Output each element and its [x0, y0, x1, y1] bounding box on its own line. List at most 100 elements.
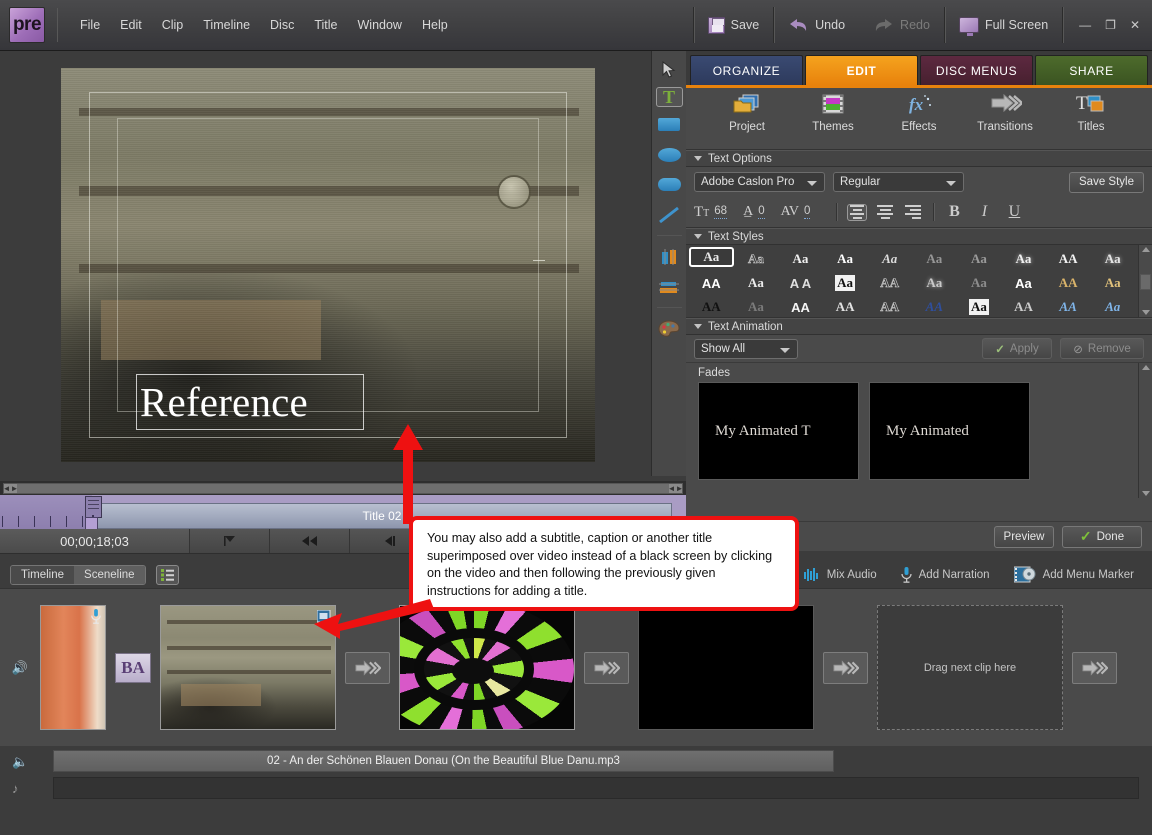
text-style-cell-1[interactable]: Aa	[734, 247, 779, 271]
timecode-display[interactable]: 00;00;18;03	[0, 529, 190, 553]
text-style-cell-24[interactable]: AA	[867, 295, 912, 319]
animation-preset-2[interactable]: My Animated	[869, 382, 1030, 480]
text-styles-scrollbar[interactable]	[1138, 245, 1152, 317]
mix-audio-button[interactable]: Mix Audio	[803, 567, 877, 582]
menu-item-edit[interactable]: Edit	[110, 14, 152, 36]
menu-item-help[interactable]: Help	[412, 14, 458, 36]
text-style-cell-7[interactable]: Aa	[1001, 247, 1046, 271]
horizontal-align-tool[interactable]	[656, 274, 683, 299]
text-style-cell-16[interactable]: Aa	[957, 271, 1002, 295]
clip-list-button[interactable]	[155, 564, 179, 585]
themes-button[interactable]: Themes	[802, 92, 864, 133]
playhead-foot[interactable]	[85, 517, 98, 529]
fullscreen-button[interactable]: Full Screen	[945, 0, 1062, 51]
text-style-cell-21[interactable]: Aa	[734, 295, 779, 319]
font-family-select[interactable]: Adobe Caslon Pro	[694, 172, 825, 192]
ellipse-tool[interactable]	[656, 142, 683, 167]
view-mode-toggle[interactable]: Timeline Sceneline	[10, 564, 146, 585]
tab-share[interactable]: SHARE	[1035, 55, 1148, 85]
maximize-button[interactable]: ❐	[1105, 18, 1116, 32]
menu-item-window[interactable]: Window	[348, 14, 412, 36]
text-style-cell-4[interactable]: Aa	[867, 247, 912, 271]
italic-button[interactable]: I	[974, 203, 994, 221]
rectangle-tool[interactable]	[656, 112, 683, 137]
vertical-align-tool[interactable]	[656, 244, 683, 269]
font-size-group[interactable]: TT 68	[694, 204, 728, 221]
animation-preset-1[interactable]: My Animated T	[698, 382, 859, 480]
text-style-cell-22[interactable]: AA	[778, 295, 823, 319]
close-button[interactable]: ✕	[1130, 18, 1140, 32]
text-styles-header[interactable]: Text Styles	[686, 228, 1152, 245]
apply-animation-button[interactable]: ✓ Apply	[982, 338, 1052, 359]
menu-item-timeline[interactable]: Timeline	[193, 14, 260, 36]
text-style-cell-15[interactable]: Aa	[912, 271, 957, 295]
text-tool[interactable]: T	[655, 87, 683, 107]
text-style-cell-3[interactable]: Aa	[823, 247, 868, 271]
add-transition-button-4[interactable]	[1072, 651, 1117, 684]
effects-button[interactable]: fx Effects	[888, 92, 950, 133]
text-options-header[interactable]: Text Options	[686, 150, 1152, 167]
leading-group[interactable]: A̲ 0	[743, 204, 765, 220]
save-button[interactable]: Save	[694, 0, 774, 51]
tab-organize[interactable]: ORGANIZE	[690, 55, 803, 85]
text-animation-header[interactable]: Text Animation	[686, 318, 1152, 335]
font-size-value[interactable]: 68	[714, 205, 728, 219]
tab-edit[interactable]: EDIT	[805, 55, 918, 85]
menu-item-title[interactable]: Title	[304, 14, 347, 36]
text-style-cell-18[interactable]: AA	[1046, 271, 1091, 295]
underline-button[interactable]: U	[1004, 203, 1024, 221]
volume-icon[interactable]: 🔊	[12, 660, 28, 676]
undo-button[interactable]: Undo	[774, 0, 859, 51]
leading-value[interactable]: 0	[758, 205, 765, 219]
text-styles-grid[interactable]: Aa Aa Aa Aa Aa Aa Aa Aa AA Aa AA Aa A A Aa AA Aa Aa Aa AA A…	[686, 245, 1138, 317]
text-style-cell-23[interactable]: AA	[823, 295, 868, 319]
scroll-up-icon[interactable]	[1141, 365, 1150, 370]
text-style-cell-19[interactable]: Aa	[1090, 271, 1135, 295]
transition-button-1[interactable]: BA	[115, 652, 151, 683]
text-style-cell-6[interactable]: Aa	[957, 247, 1002, 271]
set-in-point-button[interactable]	[190, 529, 271, 553]
music-note-icon[interactable]: ♪	[12, 781, 19, 796]
audio-clip-track[interactable]: 02 - An der Schönen Blauen Donau (On the…	[53, 750, 834, 772]
scroll-handle-left[interactable]: ◄►	[3, 483, 18, 493]
add-transition-button-2[interactable]	[584, 651, 629, 684]
menu-item-clip[interactable]: Clip	[152, 14, 194, 36]
align-center-button[interactable]	[875, 204, 895, 221]
selection-tool[interactable]	[656, 57, 683, 82]
text-style-cell-11[interactable]: Aa	[734, 271, 779, 295]
preview-monitor[interactable]: Reference	[61, 68, 595, 462]
clip-4-black[interactable]	[638, 605, 814, 730]
music-track[interactable]	[53, 777, 1139, 799]
menu-item-disc[interactable]: Disc	[260, 14, 304, 36]
text-style-cell-2[interactable]: Aa	[778, 247, 823, 271]
tracking-group[interactable]: AV 0	[781, 204, 811, 220]
text-style-cell-26[interactable]: Aa	[957, 295, 1002, 319]
view-mode-timeline[interactable]: Timeline	[11, 565, 75, 584]
remove-animation-button[interactable]: ⊘ Remove	[1060, 338, 1144, 359]
align-right-button[interactable]	[903, 204, 923, 221]
preview-button[interactable]: Preview	[994, 525, 1054, 548]
scrollbar-thumb[interactable]	[1140, 274, 1151, 290]
add-transition-button-1[interactable]	[345, 651, 390, 684]
text-style-cell-17[interactable]: Aa	[1001, 271, 1046, 295]
text-style-cell-14[interactable]: AA	[867, 271, 912, 295]
text-style-cell-20[interactable]: AA	[689, 295, 734, 319]
text-style-cell-13[interactable]: Aa	[823, 271, 868, 295]
scroll-handle-right[interactable]: ◄►	[668, 483, 683, 493]
text-style-cell-0[interactable]: Aa	[689, 247, 734, 267]
bold-button[interactable]: B	[944, 203, 964, 221]
tracking-value[interactable]: 0	[804, 205, 811, 219]
clip-1-orange[interactable]	[40, 605, 106, 730]
add-transition-button-3[interactable]	[823, 651, 868, 684]
text-style-cell-9[interactable]: Aa	[1090, 247, 1135, 271]
text-style-cell-5[interactable]: Aa	[912, 247, 957, 271]
scroll-up-icon[interactable]	[1141, 247, 1150, 252]
animation-filter-select[interactable]: Show All	[694, 338, 798, 359]
view-mode-sceneline[interactable]: Sceneline	[74, 565, 145, 584]
align-left-button[interactable]	[847, 203, 868, 221]
color-palette-tool[interactable]	[656, 316, 683, 341]
text-style-cell-8[interactable]: AA	[1046, 247, 1091, 271]
text-style-cell-28[interactable]: AA	[1046, 295, 1091, 319]
text-style-cell-25[interactable]: AA	[912, 295, 957, 319]
titles-button[interactable]: T Titles	[1060, 92, 1122, 133]
